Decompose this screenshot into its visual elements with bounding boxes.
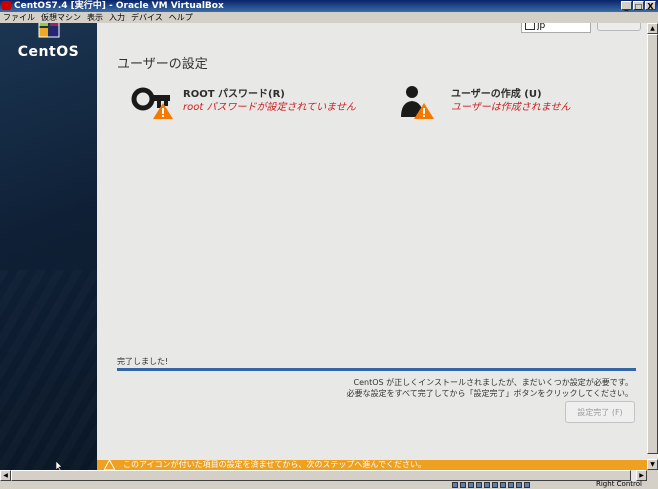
scroll-left-arrow-icon[interactable]: ◀	[0, 470, 11, 481]
keyboard-capture-icon[interactable]	[524, 482, 530, 488]
restore-button[interactable]: □	[633, 1, 644, 11]
centos-logo-text: CentOS	[17, 44, 80, 60]
spoke-root-password-status: root パスワードが設定されていません	[183, 102, 356, 113]
key-icon	[131, 87, 173, 119]
minimize-button[interactable]: _	[621, 1, 632, 11]
host-key-label: Right Control	[596, 480, 642, 488]
warning-bar-text: このアイコンが付いた項目の設定を済ませてから、次のステップへ進んでください。	[123, 460, 426, 469]
scroll-up-arrow-icon[interactable]: ▲	[647, 23, 658, 34]
main-content: jp ユーザーの設定 ROOT パスワード(R) root パスワードが設定され…	[97, 23, 647, 470]
progress-label: 完了しました!	[117, 357, 169, 366]
virtualbox-status-bar: Right Control	[0, 480, 658, 489]
menu-file[interactable]: ファイル	[3, 12, 35, 23]
mouse-pointer-icon	[56, 461, 63, 470]
help-button[interactable]	[597, 23, 641, 31]
window-title: CentOS7.4 [実行中] - Oracle VM VirtualBox	[14, 1, 224, 11]
progress-bar	[117, 368, 636, 371]
window-title-bar[interactable]: CentOS7.4 [実行中] - Oracle VM VirtualBox _…	[0, 0, 658, 12]
virtualbox-app-icon	[2, 1, 11, 10]
vertical-scroll-thumb[interactable]	[647, 34, 658, 454]
vertical-scrollbar[interactable]: ▲ ▼	[647, 23, 658, 470]
shared-folders-icon[interactable]	[492, 482, 498, 488]
anaconda-sidebar: CentOS	[0, 23, 97, 470]
mouse-integration-icon[interactable]	[516, 482, 522, 488]
spoke-user-creation[interactable]: ユーザーの作成 (U) ユーザーは作成されません	[399, 85, 639, 121]
menu-help[interactable]: ヘルプ	[169, 12, 193, 23]
warning-bar: このアイコンが付いた項目の設定を済ませてから、次のステップへ進んでください。	[97, 460, 647, 470]
user-icon	[401, 86, 434, 119]
spoke-user-creation-status: ユーザーは作成されません	[451, 102, 571, 113]
menu-devices[interactable]: デバイス	[131, 12, 163, 23]
finish-configuration-button[interactable]: 設定完了 (F)	[565, 401, 635, 423]
warning-icon	[104, 460, 115, 470]
window-controls: _ □ X	[621, 1, 656, 11]
audio-icon[interactable]	[468, 482, 474, 488]
status-message-line-2: 必要な設定をすべて完了してから「設定完了」ボタンをクリックしてください。	[346, 389, 633, 398]
keyboard-layout-label: jp	[537, 23, 546, 31]
centos-logo-icon	[38, 23, 60, 38]
hard-disk-icon[interactable]	[452, 482, 458, 488]
recording-icon[interactable]	[508, 482, 514, 488]
scroll-down-arrow-icon[interactable]: ▼	[647, 459, 658, 470]
display-icon[interactable]	[500, 482, 506, 488]
usb-icon[interactable]	[484, 482, 490, 488]
horizontal-scroll-thumb[interactable]	[11, 470, 631, 481]
status-message-line-1: CentOS が正しくインストールされましたが、まだいくつか設定が必要です。	[353, 378, 633, 387]
network-icon[interactable]	[476, 482, 482, 488]
page-title: ユーザーの設定	[117, 57, 208, 72]
optical-drive-icon[interactable]	[460, 482, 466, 488]
device-status-icons	[452, 482, 530, 488]
progress-bar-fill	[117, 368, 636, 371]
keyboard-layout-indicator[interactable]: jp	[521, 23, 591, 33]
keyboard-icon	[525, 23, 535, 30]
spoke-root-password[interactable]: ROOT パスワード(R) root パスワードが設定されていません	[131, 85, 371, 121]
horizontal-scrollbar[interactable]: ◀ ▶	[0, 470, 647, 481]
menu-bar: ファイル 仮想マシン 表示 入力 デバイス ヘルプ	[0, 12, 658, 23]
menu-input[interactable]: 入力	[109, 12, 125, 23]
menu-view[interactable]: 表示	[87, 12, 103, 23]
close-button[interactable]: X	[645, 1, 656, 11]
guest-screen[interactable]: CentOS jp ユーザーの設定 ROOT パスワード(R) root パスワ…	[0, 23, 647, 470]
menu-machine[interactable]: 仮想マシン	[41, 12, 81, 23]
